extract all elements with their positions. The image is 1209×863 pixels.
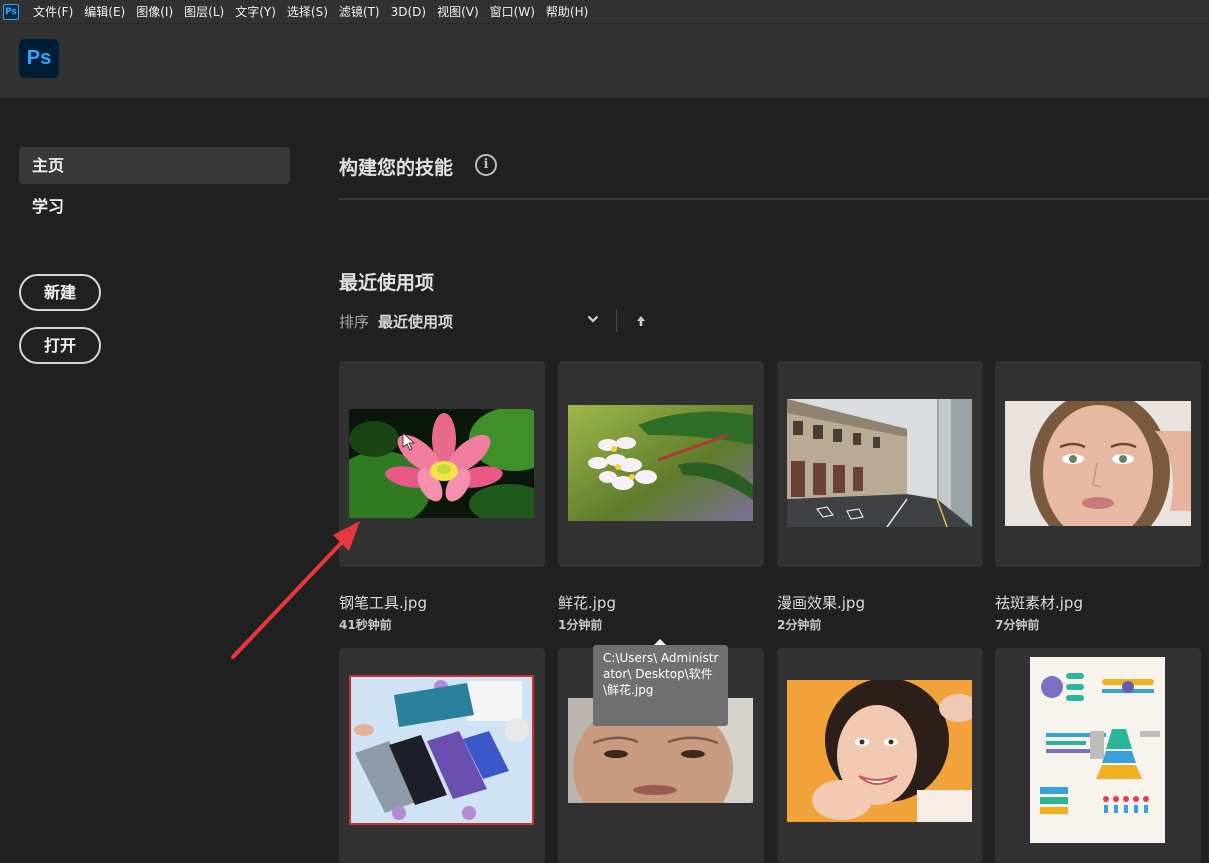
recent-title: 最近使用项 [339,272,435,294]
photoshop-logo: Ps [19,39,59,78]
recent-file-time: 2分钟前 [777,618,822,632]
recent-file-card[interactable] [558,361,764,567]
lotus-thumbnail [349,409,534,518]
menu-file[interactable]: 文件(F) [33,3,73,20]
file-path-tooltip: C:\Users\ Administrator\ Desktop\软件\鲜花.j… [593,645,728,726]
sort-divider [616,310,617,332]
recent-file-time: 1分钟前 [558,618,603,632]
sidebar-nav: 主页 学习 [19,147,290,229]
recent-file-card[interactable] [339,648,545,863]
photoshop-app-icon[interactable]: Ps [3,3,19,20]
menu-filter[interactable]: 滤镜(T) [339,3,380,20]
red-annotation-arrow-icon [231,521,360,659]
street-thumbnail [787,399,972,527]
portrait-thumbnail [1005,401,1191,526]
recent-file-time: 7分钟前 [995,618,1040,632]
chevron-down-icon[interactable] [587,313,599,325]
info-icon[interactable]: i [475,154,497,176]
sidebar-item-learn[interactable]: 学习 [19,188,290,225]
home-header: Ps [0,24,1209,98]
infographic-thumbnail [1030,657,1165,843]
sort-control[interactable]: 排序 最近使用项 [339,311,453,331]
menu-window[interactable]: 窗口(W) [490,3,535,20]
recent-file-card[interactable] [995,361,1201,567]
new-button[interactable]: 新建 [19,274,101,311]
recent-file-card[interactable] [777,361,983,567]
recent-file-card[interactable] [995,648,1201,863]
sort-select-value[interactable]: 最近使用项 [378,311,453,332]
menu-select[interactable]: 选择(S) [287,3,328,20]
sidebar-item-home[interactable]: 主页 [19,147,290,184]
section-divider [339,198,1209,200]
phones-thumbnail [349,675,534,825]
menu-type[interactable]: 文字(Y) [235,3,276,20]
open-button[interactable]: 打开 [19,327,101,364]
recent-file-name: 漫画效果.jpg [777,594,865,612]
sort-direction-arrow-up-icon[interactable] [636,315,646,327]
recent-file-card[interactable] [777,648,983,863]
menu-help[interactable]: 帮助(H) [546,3,588,20]
recent-file-name: 鲜花.jpg [558,594,616,612]
skills-title: 构建您的技能 [339,157,454,179]
menu-layer[interactable]: 图层(L) [184,3,224,20]
smiling-woman-thumbnail [787,680,972,822]
menu-3d[interactable]: 3D(D) [391,5,426,19]
menu-edit[interactable]: 编辑(E) [84,3,125,20]
menu-image[interactable]: 图像(I) [136,3,173,20]
menu-bar: Ps 文件(F) 编辑(E) 图像(I) 图层(L) 文字(Y) 选择(S) 滤… [0,0,1209,24]
recent-file-name: 祛斑素材.jpg [995,594,1083,612]
menu-view[interactable]: 视图(V) [437,3,479,20]
sort-label: 排序 [339,312,370,331]
frangipani-thumbnail [568,405,753,521]
